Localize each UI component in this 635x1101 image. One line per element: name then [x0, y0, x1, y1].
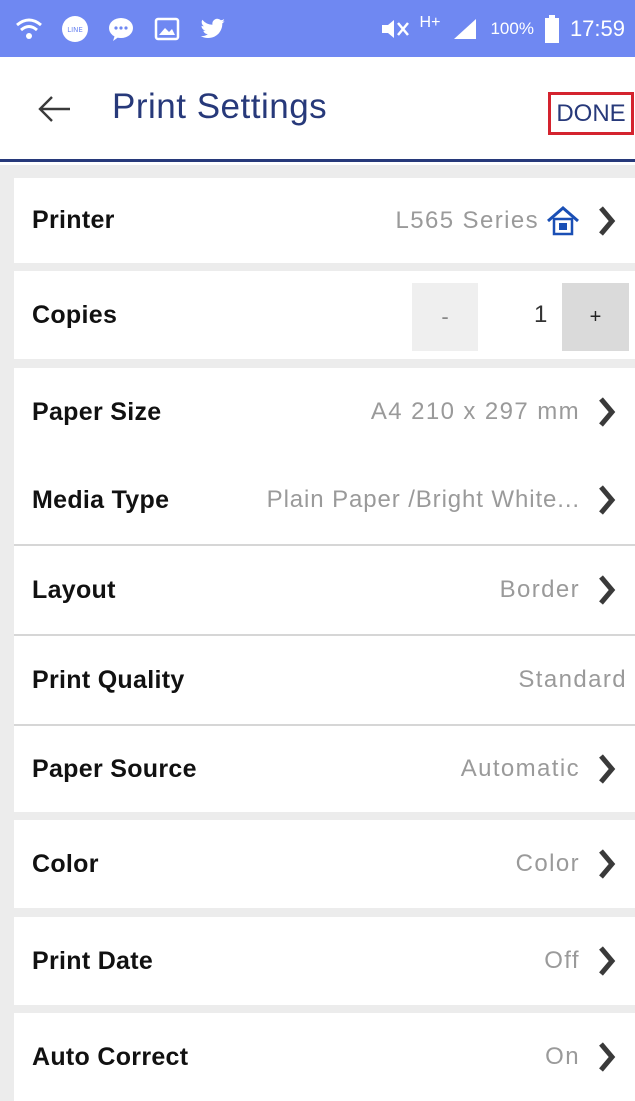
chevron-right-icon — [597, 1013, 617, 1101]
chat-bubble-icon — [106, 14, 136, 44]
line-app-icon: LINE — [60, 14, 90, 44]
page-title: Print Settings — [112, 87, 328, 126]
battery-percent: 100% — [490, 18, 534, 38]
media-type-row[interactable]: Media Type Plain Paper /Bright White... — [14, 456, 635, 544]
print-date-row[interactable]: Print Date Off — [14, 917, 635, 1005]
printer-row[interactable]: Printer L565 Series — [14, 178, 635, 263]
chevron-right-icon — [597, 546, 617, 634]
chevron-right-icon — [597, 820, 617, 908]
twitter-icon — [198, 14, 228, 44]
paper-size-label: Paper Size — [32, 397, 162, 426]
chevron-right-icon — [597, 456, 617, 544]
chevron-right-icon — [597, 917, 617, 1005]
auto-correct-value: On — [545, 1043, 580, 1070]
copies-label: Copies — [32, 300, 118, 329]
auto-correct-row[interactable]: Auto Correct On — [14, 1013, 635, 1101]
done-button[interactable]: DONE — [548, 92, 634, 135]
print-quality-label: Print Quality — [32, 665, 185, 694]
back-arrow-icon[interactable] — [36, 93, 72, 125]
copies-decrement-button[interactable]: - — [412, 283, 478, 351]
print-date-value: Off — [544, 947, 580, 974]
layout-value: Border — [499, 576, 580, 603]
printer-value: L565 Series — [395, 206, 539, 234]
layout-label: Layout — [32, 575, 116, 604]
chevron-right-icon — [597, 178, 617, 263]
copies-row: Copies - 1 + — [14, 271, 635, 359]
chevron-right-icon — [597, 726, 617, 812]
mute-vibrate-icon — [380, 14, 410, 44]
media-type-value: Plain Paper /Bright White... — [266, 486, 580, 513]
printer-label: Printer — [32, 206, 115, 234]
color-row[interactable]: Color Color — [14, 820, 635, 908]
clock: 17:59 — [569, 15, 625, 41]
paper-source-label: Paper Source — [32, 754, 197, 783]
paper-size-row[interactable]: Paper Size A4 210 x 297 mm — [14, 368, 635, 456]
color-label: Color — [32, 849, 99, 878]
print-quality-row[interactable]: Print Quality Standard — [14, 636, 635, 724]
paper-size-value: A4 210 x 297 mm — [370, 398, 580, 425]
copies-increment-button[interactable]: + — [562, 283, 629, 351]
wifi-icon — [14, 14, 44, 44]
svg-text:LINE: LINE — [67, 26, 83, 34]
paper-source-value: Automatic — [460, 755, 580, 782]
status-bar-notifications: LINE — [14, 0, 228, 57]
gallery-icon — [152, 14, 182, 44]
settings-list: Printer L565 Series Copies - 1 + Paper S… — [0, 165, 635, 1101]
status-bar: LINE H+ 100% 17:59 — [0, 0, 635, 57]
chevron-right-icon — [597, 368, 617, 456]
print-quality-value: Standard — [518, 666, 627, 693]
home-network-icon — [546, 178, 580, 263]
paper-source-row[interactable]: Paper Source Automatic — [14, 726, 635, 812]
signal-icon — [450, 14, 480, 44]
battery-icon — [544, 14, 560, 44]
media-type-label: Media Type — [32, 485, 170, 514]
color-value: Color — [515, 850, 580, 877]
auto-correct-label: Auto Correct — [32, 1042, 189, 1071]
layout-row[interactable]: Layout Border — [14, 546, 635, 634]
hplus-network-icon: H+ — [419, 13, 441, 31]
copies-value: 1 — [534, 301, 548, 328]
print-date-label: Print Date — [32, 946, 154, 975]
status-bar-system: H+ 100% 17:59 — [380, 0, 625, 57]
app-bar: Print Settings DONE — [0, 57, 635, 162]
